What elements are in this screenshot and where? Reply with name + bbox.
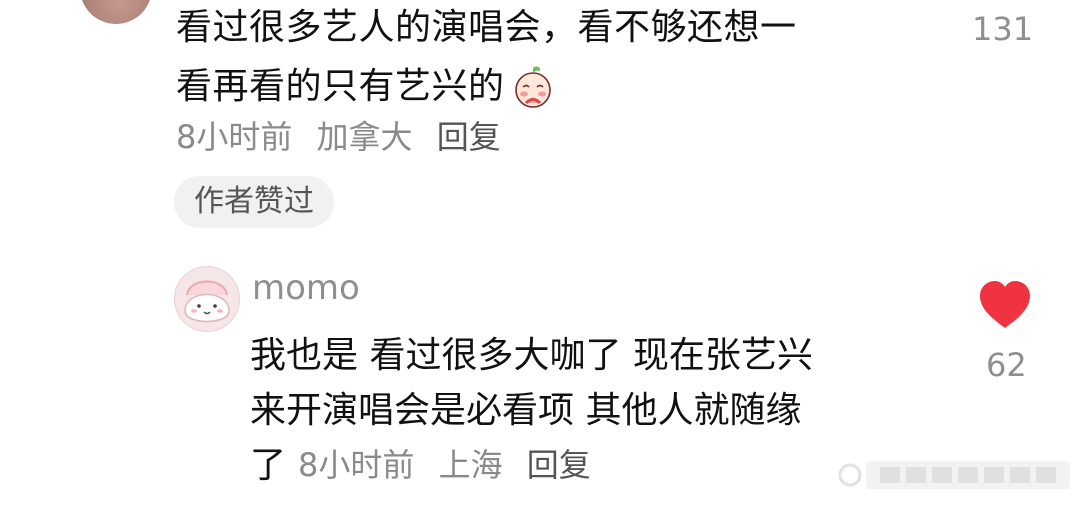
reply-time: 8小时前 [298, 446, 415, 484]
reply-location: 上海 [438, 446, 503, 484]
comment-reply-button[interactable]: 回复 [437, 118, 501, 156]
blob-character-icon [184, 280, 230, 323]
reply-username[interactable]: momo [252, 268, 360, 308]
reply-text-line-3: 了 [250, 445, 287, 486]
author-liked-badge: 作者赞过 [174, 176, 334, 228]
blushing-face-emoji-icon [514, 66, 551, 108]
comment-meta: 8小时前 加拿大 回复 [176, 117, 501, 157]
comment-text-line-2: 看再看的只有艺兴的 [176, 66, 505, 107]
reply-reply-button[interactable]: 回复 [527, 446, 591, 484]
comment-time: 8小时前 [176, 118, 293, 156]
comment-body: 看过很多艺人的演唱会，看不够还想一 看再看的只有艺兴的 [176, 0, 936, 116]
reply-avatar[interactable] [174, 266, 240, 332]
watermark-logo [838, 461, 1070, 489]
comment-like-count[interactable]: 131 [972, 10, 1033, 48]
reply-text-line-1: 我也是 看过很多大咖了 现在张艺兴 [250, 335, 813, 376]
reply-text-line-2: 来开演唱会是必看项 其他人就随缘 [250, 390, 802, 431]
heart-filled-icon[interactable] [978, 280, 1032, 330]
comment-text-line-2-wrap: 看再看的只有艺兴的 [176, 58, 936, 116]
comment-location: 加拿大 [316, 118, 413, 156]
commenter-avatar[interactable] [80, 0, 152, 24]
reply-like-count[interactable]: 62 [986, 346, 1027, 384]
comment-text-line-1: 看过很多艺人的演唱会，看不够还想一 [176, 7, 797, 48]
reply-meta: 8小时前 上海 回复 [298, 438, 591, 493]
